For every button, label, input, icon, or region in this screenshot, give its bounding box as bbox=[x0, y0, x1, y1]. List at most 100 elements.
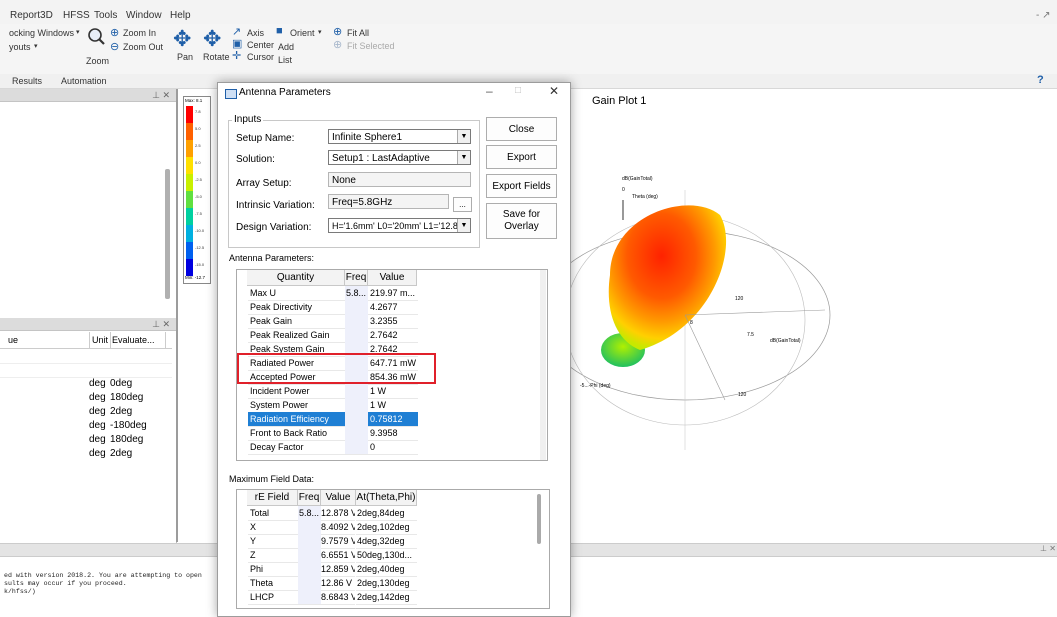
table-row[interactable]: Y 9.7579 V 4deg,32deg bbox=[237, 534, 549, 549]
table-row[interactable]: Theta 12.86 V 2deg,130deg bbox=[237, 576, 549, 591]
layouts-button[interactable]: youts bbox=[9, 42, 31, 52]
design-variation-dropdown[interactable]: H='1.6mm' L0='20mm' L1='12.8m ▼ bbox=[328, 218, 471, 233]
tick-7-5: 7.5 bbox=[747, 332, 754, 338]
ribbon-toolbar: ocking Windows ▾ youts ▾ Zoom ⊕ Zoom In … bbox=[0, 24, 1057, 75]
row-gutter bbox=[237, 398, 247, 412]
scrollbar[interactable] bbox=[165, 169, 170, 299]
orient-button[interactable]: Orient bbox=[290, 28, 315, 38]
message-line: sults may occur if you proceed. bbox=[4, 580, 127, 587]
help-icon[interactable]: ? bbox=[1037, 74, 1044, 86]
table-row[interactable]: System Power 1 W bbox=[237, 398, 547, 413]
panel-close-icon[interactable]: ⊥ ✕ bbox=[1040, 544, 1056, 553]
col-header-re-field[interactable]: rE Field bbox=[247, 490, 298, 506]
col-header-at-theta-phi[interactable]: At(Theta,Phi) bbox=[356, 490, 417, 506]
col-header-freq[interactable]: Freq bbox=[345, 270, 368, 286]
rotate-icon[interactable]: ✥ bbox=[203, 26, 221, 52]
table-row[interactable]: Total 5.8... 12.878 V 2deg,84deg bbox=[237, 506, 549, 521]
unit-cell: deg bbox=[89, 434, 106, 445]
value-cell: 0 bbox=[368, 440, 418, 455]
menu-window[interactable]: Window bbox=[126, 10, 162, 21]
fit-all-button[interactable]: Fit All bbox=[347, 28, 369, 38]
close-button[interactable]: Close bbox=[486, 117, 557, 141]
legend-color-segment bbox=[186, 191, 193, 208]
panel-header: ⊥ ✕ bbox=[0, 89, 176, 102]
table-row[interactable]: deg 180deg bbox=[0, 433, 172, 447]
row-gutter bbox=[237, 426, 247, 440]
save-for-overlay-button[interactable]: Save for Overlay bbox=[486, 203, 557, 239]
setup-name-dropdown[interactable]: Infinite Sphere1 ▼ bbox=[328, 129, 471, 144]
row-gutter bbox=[237, 300, 247, 314]
evaluated-cell: 180deg bbox=[110, 434, 144, 445]
table-row[interactable]: Radiation Efficiency 0.75812 bbox=[237, 412, 547, 427]
legend-tick-label: -2.5 bbox=[195, 177, 202, 182]
table-row[interactable] bbox=[0, 363, 172, 378]
table-row[interactable]: Decay Factor 0 bbox=[237, 440, 547, 455]
menu-hfss[interactable]: HFSS bbox=[63, 10, 90, 21]
table-row[interactable]: deg 0deg bbox=[0, 377, 172, 391]
pan-button[interactable]: Pan bbox=[177, 52, 193, 62]
row-gutter bbox=[237, 314, 247, 328]
evaluated-cell: 0deg bbox=[110, 378, 133, 389]
docking-windows-button[interactable]: ocking Windows bbox=[9, 28, 74, 38]
table-row[interactable]: deg 2deg bbox=[0, 405, 172, 419]
col-header-value[interactable]: Value bbox=[321, 490, 356, 506]
tab-automation[interactable]: Automation bbox=[61, 76, 107, 86]
table-row[interactable]: Incident Power 1 W bbox=[237, 384, 547, 399]
unit-cell: deg bbox=[89, 378, 106, 389]
table-row[interactable]: Front to Back Ratio 9.3958 bbox=[237, 426, 547, 441]
intrinsic-variation-browse-button[interactable]: ... bbox=[453, 197, 472, 212]
close-icon[interactable]: ✕ bbox=[549, 84, 559, 98]
menu-tools[interactable]: Tools bbox=[94, 10, 117, 21]
cursor-button[interactable]: Cursor bbox=[247, 52, 274, 62]
table-row[interactable]: Peak Realized Gain 2.7642 bbox=[237, 328, 547, 343]
project-panel: ⊥ ✕ bbox=[0, 89, 177, 314]
field-name-cell: X bbox=[248, 520, 299, 535]
gain-plot-3d[interactable] bbox=[560, 160, 850, 460]
table-row[interactable]: X 8.4092 V 2deg,102deg bbox=[237, 520, 549, 535]
chevron-down-icon: ▼ bbox=[457, 219, 470, 232]
tab-results[interactable]: Results bbox=[12, 76, 42, 86]
window-controls[interactable]: - ↗ bbox=[1036, 10, 1051, 21]
rotate-button[interactable]: Rotate bbox=[203, 52, 230, 62]
col-header-quantity[interactable]: Quantity bbox=[247, 270, 345, 286]
export-button[interactable]: Export bbox=[486, 145, 557, 169]
field-name-cell: Theta bbox=[248, 576, 299, 591]
table-row[interactable]: deg 2deg bbox=[0, 447, 172, 461]
zoom-in-button[interactable]: Zoom In bbox=[123, 28, 156, 38]
minimize-icon[interactable]: – bbox=[486, 84, 493, 98]
pan-icon[interactable]: ✥ bbox=[173, 26, 191, 52]
table-row[interactable]: deg -180deg bbox=[0, 419, 172, 433]
table-row[interactable] bbox=[0, 349, 172, 364]
col-header-freq[interactable]: Freq bbox=[298, 490, 321, 506]
panel-close-icon[interactable]: ⊥ ✕ bbox=[152, 319, 170, 330]
tick-120: 120 bbox=[735, 296, 744, 302]
color-legend: Max: 8.1 7.8 5.0 2.5 0.0 -2.5 -5.0 -7.5 -10.0 -1… bbox=[183, 96, 211, 284]
table-row[interactable]: Z 6.6551 V 50deg,130d... bbox=[237, 548, 549, 563]
zoom-out-button[interactable]: Zoom Out bbox=[123, 42, 163, 52]
table-row[interactable]: Peak Gain 3.2355 bbox=[237, 314, 547, 329]
add-button[interactable]: Add bbox=[278, 42, 294, 52]
col-header-value[interactable]: Value bbox=[368, 270, 417, 286]
fit-selected-button[interactable]: Fit Selected bbox=[347, 41, 395, 51]
main-lobe bbox=[608, 205, 727, 350]
axis-button[interactable]: Axis bbox=[247, 28, 264, 38]
table-row[interactable]: deg 180deg bbox=[0, 391, 172, 405]
table-row[interactable]: Max U 5.8... 219.97 m... bbox=[237, 286, 547, 301]
legend-tick-label: -15.0 bbox=[195, 262, 205, 267]
scrollbar[interactable] bbox=[540, 270, 546, 460]
list-button[interactable]: List bbox=[278, 55, 292, 65]
export-fields-button[interactable]: Export Fields bbox=[486, 174, 557, 198]
dialog-title: Antenna Parameters bbox=[239, 87, 331, 98]
zoom-icon[interactable] bbox=[87, 27, 105, 45]
solution-dropdown[interactable]: Setup1 : LastAdaptive ▼ bbox=[328, 150, 471, 165]
panel-close-icon[interactable]: ⊥ ✕ bbox=[152, 90, 170, 101]
value-cell: 12.878 V bbox=[321, 506, 355, 521]
menu-help[interactable]: Help bbox=[170, 10, 191, 21]
center-button[interactable]: Center bbox=[247, 40, 274, 50]
menu-report3d[interactable]: Report3D bbox=[10, 10, 53, 21]
message-text: ed with version 2018.2. You are attempti… bbox=[4, 572, 202, 596]
table-row[interactable]: Phi 12.859 V 2deg,40deg bbox=[237, 562, 549, 577]
table-row[interactable]: LHCP 8.6843 V 2deg,142deg bbox=[237, 590, 549, 605]
table-row[interactable]: Peak Directivity 4.2677 bbox=[237, 300, 547, 315]
scrollbar[interactable] bbox=[537, 494, 541, 544]
